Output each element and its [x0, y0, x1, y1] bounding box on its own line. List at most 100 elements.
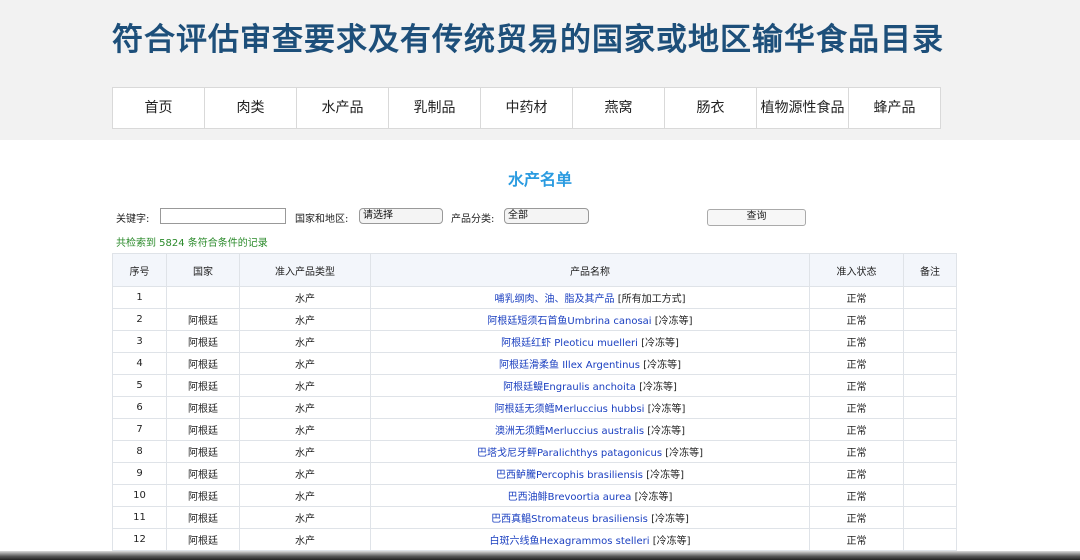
cell-country: 阿根廷	[166, 418, 240, 441]
table-row: 11 阿根廷 水产 巴西真鲳Stromateus brasiliensis [冷冻等]…	[112, 506, 957, 529]
nav-item-home[interactable]: 首页	[113, 88, 205, 128]
nav-item-meat[interactable]: 肉类	[205, 88, 297, 128]
processing-tag: [冷冻等]	[654, 316, 693, 327]
product-link[interactable]: 阿根廷鳀Engraulis anchoita	[503, 382, 636, 393]
product-link[interactable]: 阿根廷无须鳕Merluccius hubbsi	[495, 404, 645, 415]
cell-country: 阿根廷	[166, 352, 240, 375]
nav-item-herbal[interactable]: 中药材	[481, 88, 573, 128]
processing-tag: [冷冻等]	[634, 492, 673, 503]
cell-note	[903, 484, 957, 507]
cell-note	[903, 506, 957, 529]
cell-status: 正常	[809, 440, 904, 463]
cell-status: 正常	[809, 506, 904, 529]
cell-type: 水产	[239, 440, 371, 463]
cell-status: 正常	[809, 352, 904, 375]
nav-item-bee-products[interactable]: 蜂产品	[849, 88, 940, 128]
cell-no: 4	[112, 352, 167, 375]
cell-product: 巴西鲈騰Percophis brasiliensis [冷冻等]	[370, 462, 810, 485]
nav-item-plant-food[interactable]: 植物源性食品	[757, 88, 849, 128]
table-row: 1 水产 哺乳纲肉、油、脂及其产品 [所有加工方式] 正常	[112, 286, 957, 309]
main-nav: 首页 肉类 水产品 乳制品 中药材 燕窝 肠衣 植物源性食品 蜂产品	[112, 87, 941, 129]
cell-note	[903, 462, 957, 485]
processing-tag: [冷冻等]	[643, 360, 681, 371]
results-table: 序号 国家 准入产品类型 产品名称 准入状态 备注 1 水产 哺乳纲肉、油、脂及其产…	[112, 253, 957, 551]
cell-country: 阿根廷	[166, 528, 240, 551]
product-link[interactable]: 阿根廷滑柔鱼 Illex Argentinus	[499, 360, 640, 371]
cell-type: 水产	[239, 286, 371, 309]
cell-note	[903, 396, 957, 419]
nav-item-birdnest[interactable]: 燕窝	[573, 88, 665, 128]
cell-type: 水产	[239, 462, 371, 485]
cell-country: 阿根廷	[166, 330, 240, 353]
cell-product: 巴塔戈尼牙鲆Paralichthys patagonicus [冷冻等]	[370, 440, 810, 463]
country-select[interactable]: 请选择	[359, 208, 443, 224]
table-row: 7 阿根廷 水产 澳洲无须鳕Merluccius australis [冷冻等] 正常	[112, 418, 957, 441]
cell-note	[903, 528, 957, 551]
product-link[interactable]: 巴西鲈騰Percophis brasiliensis	[496, 470, 643, 481]
cell-no: 12	[112, 528, 167, 551]
cell-country: 阿根廷	[166, 462, 240, 485]
table-row: 6 阿根廷 水产 阿根廷无须鳕Merluccius hubbsi [冷冻等] 正常	[112, 396, 957, 419]
cell-type: 水产	[239, 506, 371, 529]
cell-no: 11	[112, 506, 167, 529]
cell-note	[903, 352, 957, 375]
product-link[interactable]: 阿根廷短须石首鱼Umbrina canosai	[487, 316, 651, 327]
cell-type: 水产	[239, 308, 371, 331]
category-select[interactable]: 全部	[504, 208, 589, 224]
cell-note	[903, 440, 957, 463]
table-row: 10 阿根廷 水产 巴西油鲱Brevoortia aurea [冷冻等] 正常	[112, 484, 957, 507]
cell-no: 6	[112, 396, 167, 419]
cell-country: 阿根廷	[166, 484, 240, 507]
processing-tag: [冷冻等]	[647, 404, 686, 415]
processing-tag: [冷冻等]	[639, 382, 677, 393]
cell-product: 巴西真鲳Stromateus brasiliensis [冷冻等]	[370, 506, 810, 529]
cell-status: 正常	[809, 286, 904, 309]
cell-note	[903, 374, 957, 397]
processing-tag: [冷冻等]	[647, 426, 686, 437]
product-link[interactable]: 巴塔戈尼牙鲆Paralichthys patagonicus	[477, 448, 662, 459]
nav-item-casing[interactable]: 肠衣	[665, 88, 757, 128]
product-link[interactable]: 巴西真鲳Stromateus brasiliensis	[491, 514, 648, 525]
cell-status: 正常	[809, 308, 904, 331]
processing-tag: [冷冻等]	[641, 338, 679, 349]
cell-type: 水产	[239, 418, 371, 441]
product-link[interactable]: 哺乳纲肉、油、脂及其产品	[495, 294, 615, 305]
keyword-input[interactable]	[160, 208, 286, 224]
table-row: 4 阿根廷 水产 阿根廷滑柔鱼 Illex Argentinus [冷冻等] 正常	[112, 352, 957, 375]
nav-item-aquatic[interactable]: 水产品	[297, 88, 389, 128]
country-label: 国家和地区:	[295, 214, 349, 225]
cell-note	[903, 308, 957, 331]
processing-tag: [冷冻等]	[652, 536, 691, 547]
col-header-note: 备注	[903, 253, 957, 287]
bottom-scroll-edge	[0, 551, 1080, 560]
col-header-type: 准入产品类型	[239, 253, 371, 287]
processing-tag: [所有加工方式]	[617, 294, 686, 305]
table-row: 2 阿根廷 水产 阿根廷短须石首鱼Umbrina canosai [冷冻等] 正常	[112, 308, 957, 331]
cell-product: 阿根廷滑柔鱼 Illex Argentinus [冷冻等]	[370, 352, 810, 375]
nav-item-dairy[interactable]: 乳制品	[389, 88, 481, 128]
cell-status: 正常	[809, 374, 904, 397]
cell-product: 阿根廷短须石首鱼Umbrina canosai [冷冻等]	[370, 308, 810, 331]
query-button[interactable]: 查询	[707, 209, 806, 226]
result-count: 共检索到 5824 条符合条件的记录	[116, 238, 268, 249]
col-header-no: 序号	[112, 253, 167, 287]
cell-no: 2	[112, 308, 167, 331]
table-row: 8 阿根廷 水产 巴塔戈尼牙鲆Paralichthys patagonicus [冷冻…	[112, 440, 957, 463]
cell-country: 阿根廷	[166, 506, 240, 529]
cell-product: 阿根廷鳀Engraulis anchoita [冷冻等]	[370, 374, 810, 397]
col-header-country: 国家	[166, 253, 240, 287]
cell-country: 阿根廷	[166, 440, 240, 463]
product-link[interactable]: 巴西油鲱Brevoortia aurea	[508, 492, 632, 503]
cell-country: 阿根廷	[166, 396, 240, 419]
cell-status: 正常	[809, 462, 904, 485]
product-link[interactable]: 澳洲无须鳕Merluccius australis	[495, 426, 644, 437]
cell-product: 阿根廷红虾 Pleoticu muelleri [冷冻等]	[370, 330, 810, 353]
cell-note	[903, 286, 957, 309]
cell-type: 水产	[239, 374, 371, 397]
product-link[interactable]: 阿根廷红虾 Pleoticu muelleri	[501, 338, 638, 349]
cell-country	[166, 286, 240, 309]
cell-no: 5	[112, 374, 167, 397]
cell-status: 正常	[809, 418, 904, 441]
category-label: 产品分类:	[451, 214, 495, 225]
product-link[interactable]: 白斑六线鱼Hexagrammos stelleri	[490, 536, 650, 547]
